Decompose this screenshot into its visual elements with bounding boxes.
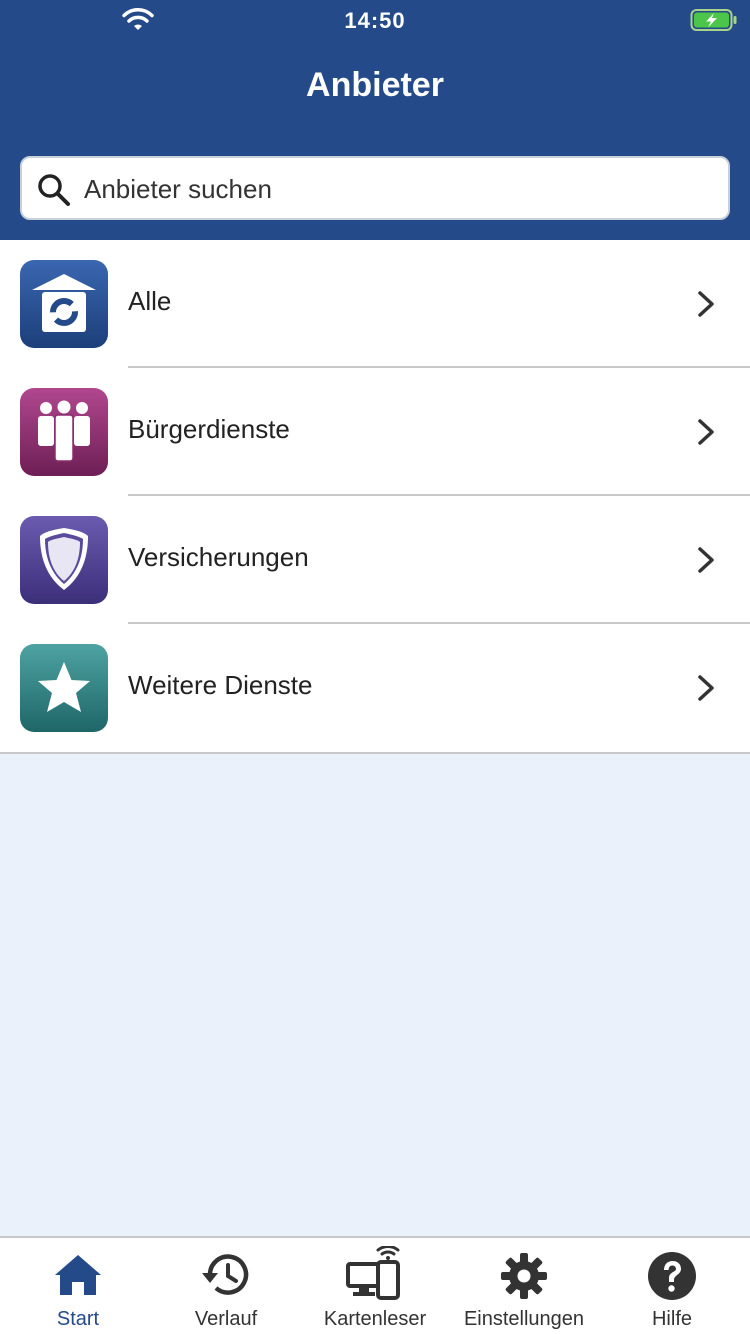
search-input[interactable] (84, 170, 714, 208)
house-logo-icon (20, 260, 108, 348)
list-item-label: Versicherungen (128, 542, 309, 572)
list-item-weitere-dienste[interactable]: Weitere Dienste (0, 624, 750, 752)
history-icon (202, 1254, 249, 1295)
page-title: Anbieter (306, 66, 444, 104)
list-item-buergerdienste[interactable]: Bürgerdienste (0, 368, 750, 496)
list-item-label: Alle (128, 286, 172, 316)
tab-label: Einstellungen (463, 1308, 585, 1330)
shield-icon (20, 516, 108, 604)
home-icon (55, 1255, 101, 1295)
chevron-right-icon (698, 419, 714, 445)
battery-charging-icon (690, 9, 737, 31)
gear-icon (501, 1253, 547, 1299)
app-header: 14:50 Anbieter (0, 0, 750, 240)
chevron-right-icon (698, 547, 714, 573)
tab-label: Verlauf (194, 1308, 258, 1330)
tab-verlauf[interactable]: Verlauf (156, 1238, 296, 1334)
people-icon (20, 388, 108, 476)
tab-bar: Start Verlauf Kartenleser Einstellungen … (0, 1236, 750, 1334)
chevron-right-icon (698, 291, 714, 317)
tab-label: Hilfe (651, 1308, 692, 1330)
search-icon (38, 174, 70, 206)
chevron-right-icon (698, 675, 714, 701)
tab-hilfe[interactable]: Hilfe (594, 1238, 750, 1334)
star-icon (20, 644, 108, 732)
tab-einstellungen[interactable]: Einstellungen (454, 1238, 594, 1334)
tab-start[interactable]: Start (0, 1238, 156, 1334)
list-item-alle[interactable]: Alle (0, 240, 750, 368)
list-item-versicherungen[interactable]: Versicherungen (0, 496, 750, 624)
help-icon (648, 1252, 696, 1300)
card-reader-icon (346, 1246, 400, 1300)
list-item-label: Weitere Dienste (128, 670, 313, 700)
tab-label: Start (56, 1308, 100, 1330)
status-bar: 14:50 (0, 0, 750, 42)
provider-list: Alle Bürgerdienste Versicherungen Weiter… (0, 240, 750, 754)
tab-kartenleser[interactable]: Kartenleser (296, 1238, 454, 1334)
list-item-label: Bürgerdienste (128, 414, 290, 444)
search-field[interactable] (20, 156, 730, 220)
status-time: 14:50 (344, 8, 406, 33)
tab-label: Kartenleser (323, 1308, 427, 1330)
